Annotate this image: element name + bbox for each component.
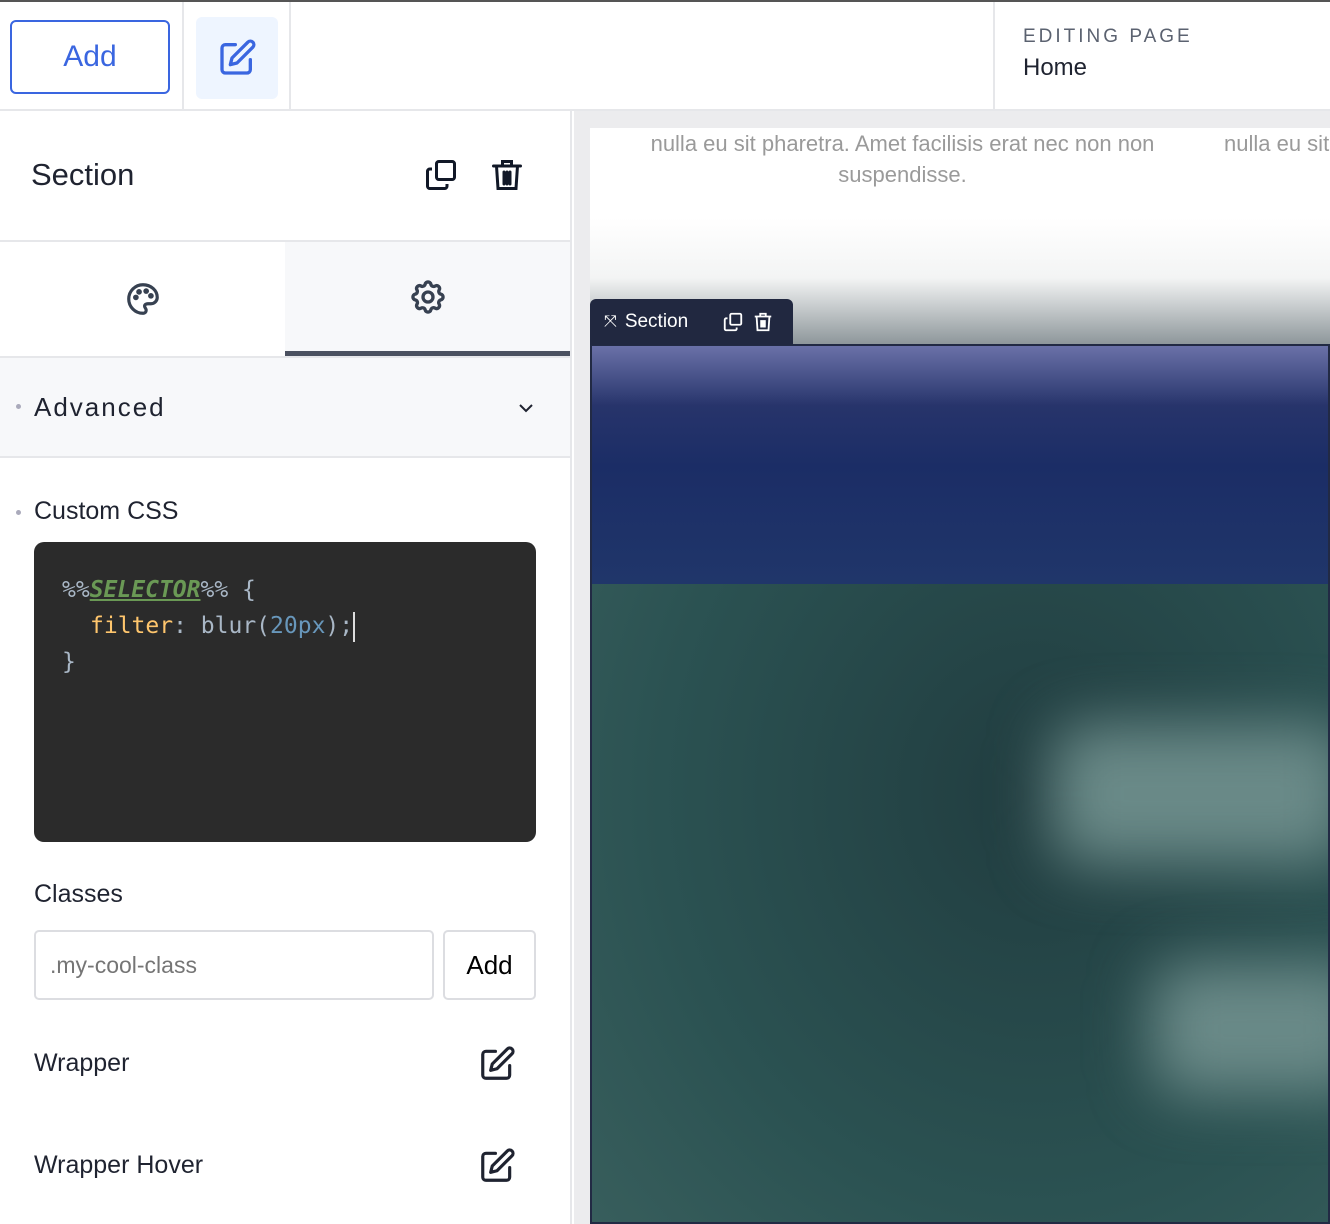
tab-style[interactable] <box>0 242 285 356</box>
panel-title: Section <box>31 157 135 192</box>
code-selector: SELECTOR <box>89 577 201 603</box>
selected-section[interactable] <box>590 344 1330 1224</box>
edit-icon <box>220 39 256 75</box>
section-toolbar: ⤧ Section <box>590 299 793 345</box>
page-canvas: nulla eu sit pharetra. Amet facilisis er… <box>574 111 1330 1224</box>
section-label: Section <box>624 311 689 332</box>
divider <box>182 2 184 111</box>
edit-wrapper-hover-icon[interactable] <box>478 1147 516 1185</box>
chevron-down-icon <box>519 404 533 413</box>
wrapper-hover-label: Wrapper Hover <box>34 1151 204 1179</box>
settings-panel: Section Advanced Custom CSS %%SELECTOR%%… <box>0 111 572 1224</box>
code-token: } <box>62 649 76 675</box>
top-toolbar: Add EDITING PAGE Home <box>0 0 1330 111</box>
code-token: ); <box>325 613 354 639</box>
code-token: %% <box>62 577 90 603</box>
bullet <box>16 510 21 515</box>
bullet <box>16 404 21 409</box>
advanced-accordion[interactable]: Advanced <box>0 358 570 458</box>
css-code-editor[interactable]: %%SELECTOR%% { filter: blur(20px); } <box>34 542 536 842</box>
blurred-content <box>592 584 1328 1222</box>
code-token: %% { <box>200 577 256 603</box>
gear-icon <box>410 279 445 314</box>
divider <box>993 2 995 111</box>
advanced-label: Advanced <box>34 392 166 422</box>
tab-settings[interactable] <box>285 242 570 356</box>
panel-tabs <box>0 242 570 358</box>
editing-page-label: EDITING PAGE <box>1023 26 1193 47</box>
page-preview: nulla eu sit pharetra. Amet facilisis er… <box>590 128 1330 1224</box>
edit-wrapper-icon[interactable] <box>478 1045 516 1083</box>
code-token: : blur( <box>173 613 271 639</box>
code-value: 20px <box>270 613 326 639</box>
add-button[interactable]: Add <box>10 20 170 94</box>
lorem-text: nulla eu sit pharetra. Amet facilisis er… <box>650 131 1155 187</box>
duplicate-icon[interactable] <box>722 311 744 333</box>
editing-page-name: Home <box>1023 54 1088 81</box>
palette-icon <box>126 283 159 315</box>
custom-css-label: Custom CSS <box>34 497 179 525</box>
classes-label: Classes <box>34 880 123 908</box>
editing-page-info: EDITING PAGE Home <box>1023 26 1193 82</box>
duplicate-icon[interactable] <box>423 157 459 193</box>
code-property: filter <box>90 613 174 639</box>
trash-icon[interactable] <box>752 311 774 333</box>
panel-header: Section <box>0 111 570 242</box>
edit-mode-button[interactable] <box>196 17 278 99</box>
move-icon[interactable]: ⤧ <box>604 313 617 331</box>
wrapper-label: Wrapper <box>34 1049 130 1077</box>
text-cursor <box>353 611 356 642</box>
classes-input[interactable] <box>34 930 434 1000</box>
divider <box>289 2 291 111</box>
lorem-text: nulla eu sit <box>1224 131 1330 156</box>
trash-icon[interactable] <box>489 157 525 193</box>
blurred-hero <box>592 346 1328 584</box>
add-class-button[interactable]: Add <box>443 930 536 1000</box>
